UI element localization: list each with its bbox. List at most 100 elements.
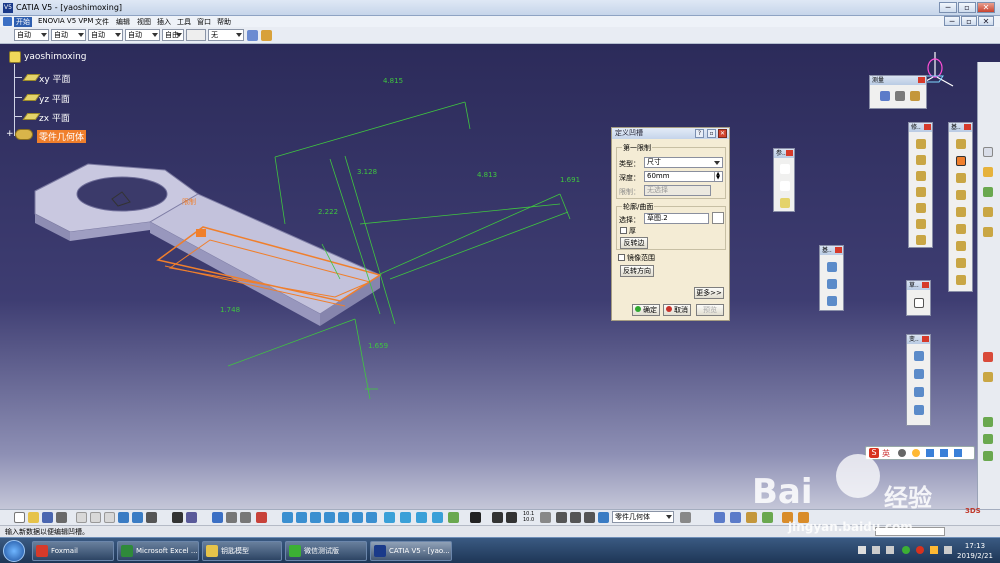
current-body-combo[interactable]: 零件几何体	[612, 511, 674, 523]
measure-icon[interactable]	[730, 512, 741, 523]
dialog-restore-button[interactable]: ▫	[707, 129, 716, 138]
mirror-icon[interactable]	[914, 369, 924, 379]
reverse-side-button[interactable]: 反转边	[620, 237, 648, 249]
dialog-help-button[interactable]: ?	[695, 129, 704, 138]
menu-tools[interactable]: 工具	[175, 17, 193, 27]
sogou-icon[interactable]: S	[869, 448, 879, 458]
dimension-label[interactable]: 1.659	[368, 342, 388, 350]
remove-face-icon[interactable]	[916, 235, 926, 245]
update-icon[interactable]	[256, 512, 267, 523]
line-icon[interactable]	[780, 181, 790, 191]
sketcher-icon[interactable]	[983, 167, 993, 177]
close-icon[interactable]	[922, 336, 929, 342]
menu-edit[interactable]: 编辑	[114, 17, 132, 27]
analysis-icon[interactable]	[983, 451, 993, 461]
grid-icon[interactable]	[540, 512, 551, 523]
thread-icon[interactable]	[916, 219, 926, 229]
clock-date[interactable]: 2019/2/21	[955, 552, 995, 560]
save-icon[interactable]	[42, 512, 53, 523]
snap-icon[interactable]	[556, 512, 567, 523]
analysis-icon[interactable]	[983, 417, 993, 427]
inertia-icon[interactable]	[746, 512, 757, 523]
dimension-label[interactable]: 1.748	[220, 306, 240, 314]
thick-checkbox[interactable]	[620, 227, 627, 234]
sketch-edit-icon[interactable]	[712, 212, 724, 224]
swap-space-icon[interactable]	[432, 512, 443, 523]
stiffener-icon[interactable]	[956, 258, 966, 268]
scale-icon[interactable]	[914, 405, 924, 415]
depth-input[interactable]: 60mm ▲ ▼	[644, 171, 723, 182]
menu-start[interactable]: 开始	[14, 17, 32, 27]
constraint-icon[interactable]	[240, 512, 251, 523]
ime-keyboard-icon[interactable]	[940, 449, 948, 457]
dimension-label[interactable]: 1.691	[560, 176, 580, 184]
thickness-icon[interactable]	[916, 203, 926, 213]
tray-network-icon[interactable]	[872, 546, 880, 554]
slot-icon[interactable]	[956, 241, 966, 251]
pocket-icon[interactable]	[956, 156, 966, 166]
tray-flag-icon[interactable]	[858, 546, 866, 554]
ime-emoji-icon[interactable]	[912, 449, 920, 457]
paste-icon[interactable]	[104, 512, 115, 523]
brush-icon[interactable]	[261, 30, 272, 41]
feature-icon[interactable]	[983, 227, 993, 237]
geometrical-constraint-icon[interactable]	[584, 512, 595, 523]
loft-icon[interactable]	[956, 275, 966, 285]
rib-icon[interactable]	[956, 224, 966, 234]
pad-icon[interactable]	[956, 139, 966, 149]
pan-icon[interactable]	[310, 512, 321, 523]
zoom-out-icon[interactable]	[352, 512, 363, 523]
reference-palette[interactable]: 参..	[773, 148, 795, 212]
apply-material-icon[interactable]	[762, 512, 773, 523]
copy-icon[interactable]	[90, 512, 101, 523]
dress-up-palette[interactable]: 修..	[908, 122, 933, 248]
taskbar-excel[interactable]: Microsoft Excel ...	[117, 541, 199, 561]
fly-mode-icon[interactable]	[282, 512, 293, 523]
close-button[interactable]: ✕	[977, 2, 995, 13]
menu-file[interactable]: 文件	[93, 17, 111, 27]
color-combo[interactable]: 自动	[14, 29, 49, 41]
close-icon[interactable]	[964, 124, 971, 130]
menu-help[interactable]: 帮助	[215, 17, 233, 27]
open-icon[interactable]	[28, 512, 39, 523]
selection-input[interactable]: 草图.2	[644, 213, 709, 224]
sketch-based-palette[interactable]: 基..	[948, 122, 973, 292]
cut-icon[interactable]	[76, 512, 87, 523]
more-button[interactable]: 更多>>	[694, 287, 724, 299]
pad-icon[interactable]	[983, 207, 993, 217]
close-icon[interactable]	[835, 247, 842, 253]
chamfer-icon[interactable]	[916, 155, 926, 165]
taskbar-catia[interactable]: CATIA V5 - [yao...	[370, 541, 452, 561]
dimension-label[interactable]: 2.222	[318, 208, 338, 216]
capture-icon[interactable]	[506, 512, 517, 523]
material-icon[interactable]	[448, 512, 459, 523]
groove-icon[interactable]	[956, 190, 966, 200]
linetype-combo[interactable]: 自动	[88, 29, 123, 41]
table-icon[interactable]	[212, 512, 223, 523]
hole-icon[interactable]	[956, 207, 966, 217]
menu-insert[interactable]: 插入	[155, 17, 173, 27]
remove-icon[interactable]	[827, 296, 837, 306]
menu-view[interactable]: 视图	[135, 17, 153, 27]
measure-between-icon[interactable]	[880, 91, 890, 101]
key-ring-hole[interactable]	[76, 176, 168, 212]
taskbar-folder[interactable]: 钥匙模型	[202, 541, 282, 561]
ime-punctuation-icon[interactable]	[898, 449, 906, 457]
mirrored-extent-checkbox[interactable]	[618, 254, 625, 261]
type-dropdown[interactable]: 尺寸	[644, 157, 723, 168]
tray-app-icon[interactable]	[916, 546, 924, 554]
draft-icon[interactable]	[916, 171, 926, 181]
menu-window[interactable]: 窗口	[195, 17, 213, 27]
redo-icon[interactable]	[132, 512, 143, 523]
inner-close-button[interactable]: ✕	[978, 16, 994, 26]
dialog-title-bar[interactable]: 定义凹槽 ? ▫ ✕	[612, 128, 729, 139]
inner-minimize-button[interactable]: ─	[944, 16, 960, 26]
assemble-icon[interactable]	[827, 262, 837, 272]
tray-app-icon[interactable]	[944, 546, 952, 554]
minimize-button[interactable]: ─	[939, 2, 957, 13]
close-icon[interactable]	[924, 124, 931, 130]
start-button[interactable]	[3, 540, 25, 562]
taskbar-foxmail[interactable]: Foxmail	[32, 541, 114, 561]
tray-app-icon[interactable]	[930, 546, 938, 554]
inner-restore-button[interactable]: ▫	[961, 16, 977, 26]
